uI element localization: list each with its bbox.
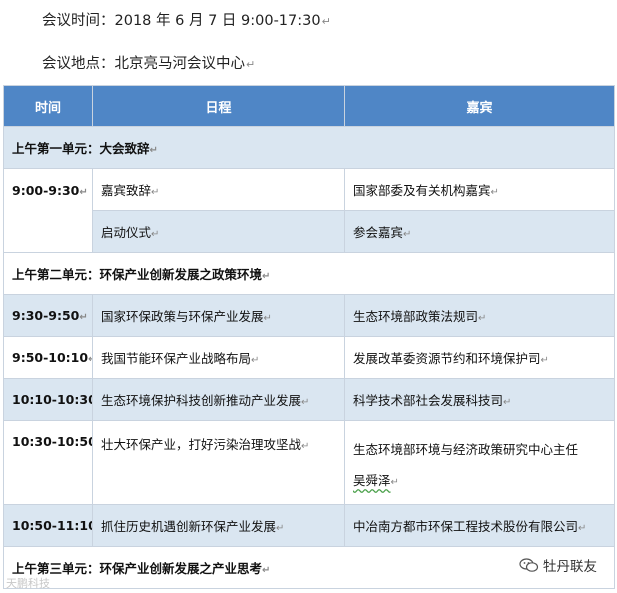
meeting-time: 会议时间：2018 年 6 月 7 日 9:00-17:30↵ [42,13,331,29]
header-guest: 嘉宾 [344,85,615,127]
schedule-cell: 我国节能环保产业战略布局↵ [92,336,345,379]
table-row: 9:00-9:30↵ 嘉宾致辞↵ 国家部委及有关机构嘉宾↵ [3,168,615,253]
paragraph-mark: ↵ [321,15,331,28]
guest-cell: 科学技术部社会发展科技司↵ [344,378,615,421]
unit-title: 上午第二单元：环保产业创新发展之政策环境↵ [3,252,615,295]
time-cell: 9:50-10:10↵ [3,336,93,379]
paragraph-mark: ↵ [246,58,256,71]
schedule-cell: 壮大环保产业，打好污染治理攻坚战↵ [92,420,345,505]
time-cell: 9:00-9:30↵ [3,168,93,253]
guest-cell: 生态环境部环境与经济政策研究中心主任 吴舜泽↵ [344,420,615,505]
unit-row: 上午第二单元：环保产业创新发展之政策环境↵ [3,252,615,295]
guest-cell: 发展改革委资源节约和环境保护司↵ [344,336,615,379]
schedule-cell: 启动仪式↵ [92,210,345,253]
time-cell: 10:30-10:50↵ [3,420,93,505]
guest-cell: 国家部委及有关机构嘉宾↵ [344,168,615,211]
watermark-label: 牡丹联友 [543,559,597,575]
watermark-badge: 牡丹联友 [513,553,603,577]
table-row: 10:30-10:50↵ 壮大环保产业，打好污染治理攻坚战↵ 生态环境部环境与经… [3,420,615,505]
unit-title: 上午第一单元：大会致辞↵ [3,126,615,169]
meeting-place: 会议地点：北京亮马河会议中心↵ [42,56,256,72]
table-row: 9:50-10:10↵ 我国节能环保产业战略布局↵ 发展改革委资源节约和环境保护… [3,336,615,379]
unit-row: 上午第一单元：大会致辞↵ [3,126,615,169]
table-row: 10:10-10:30↵ 生态环境保护科技创新推动产业发展↵ 科学技术部社会发展… [3,378,615,421]
wechat-icon [519,558,539,572]
table-row: 9:30-9:50↵ 国家环保政策与环保产业发展↵ 生态环境部政策法规司↵ [3,294,615,337]
guest-cell: 中冶南方都市环保工程技术股份有限公司↵ [344,504,615,547]
table-row: 启动仪式↵ 参会嘉宾↵ [4,210,615,253]
time-cell: 10:10-10:30↵ [3,378,93,421]
guest-cell: 参会嘉宾↵ [344,210,615,253]
header-schedule: 日程 [92,85,345,127]
faint-watermark: 天鹏科技 [6,577,50,590]
table-row: 10:50-11:10↵ 抓住历史机遇创新环保产业发展↵ 中冶南方都市环保工程技… [3,504,615,547]
schedule-cell: 生态环境保护科技创新推动产业发展↵ [92,378,345,421]
guest-cell: 生态环境部政策法规司↵ [344,294,615,337]
time-cell: 10:50-11:10↵ [3,504,93,547]
header-time: 时间 [3,85,93,127]
schedule-cell: 嘉宾致辞↵ [92,168,345,211]
time-cell: 9:30-9:50↵ [3,294,93,337]
agenda-table: 时间 日程 嘉宾 上午第一单元：大会致辞↵ 9:00-9:30↵ 嘉宾致辞↵ 国… [3,85,615,589]
table-header-row: 时间 日程 嘉宾 [3,85,615,127]
schedule-cell: 抓住历史机遇创新环保产业发展↵ [92,504,345,547]
schedule-cell: 国家环保政策与环保产业发展↵ [92,294,345,337]
